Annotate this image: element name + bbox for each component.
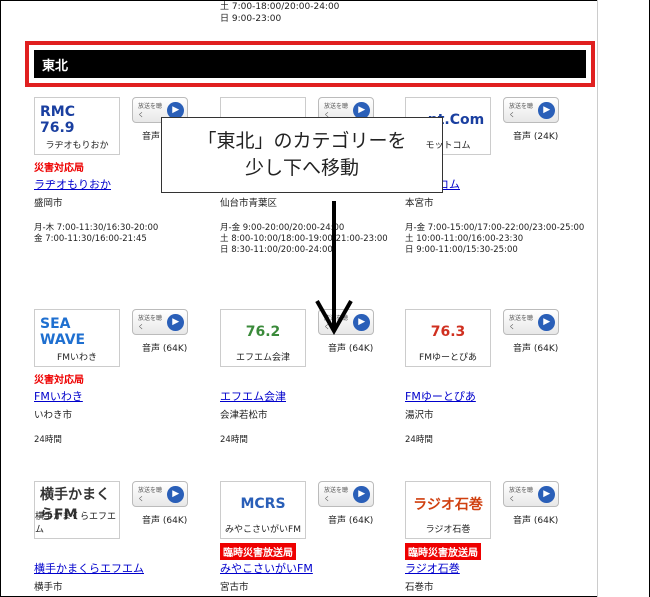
schedule-line: 日 9:00-11:00/15:30-25:00 <box>405 245 518 255</box>
listen-button[interactable]: 放送を聴く ▶ <box>503 481 559 507</box>
speaker-icon: ▶ <box>538 485 555 503</box>
listen-label: 放送を聴く <box>138 487 163 503</box>
schedule-line: 月-木 7:00-11:30/16:30-20:00 <box>34 223 159 233</box>
listen-button[interactable]: 放送を聴く ▶ <box>132 309 188 335</box>
station-city: 盛岡市 <box>34 198 63 209</box>
audio-quality: 音声 (24K) <box>513 132 559 142</box>
schedule-line: 日 8:30-11:00/20:00-24:00 <box>220 245 333 255</box>
schedule-line: 土 10:00-11:00/16:00-23:30 <box>405 234 524 244</box>
station-name-link[interactable]: 横手かまくらエフエム <box>34 560 144 576</box>
speaker-icon: ▶ <box>167 101 184 119</box>
station-city: 石巻市 <box>405 582 434 593</box>
station-name-link[interactable]: ラジオ石巻 <box>405 560 460 576</box>
callout-line: 少し下へ移動 <box>244 157 359 179</box>
region-header-tohoku[interactable]: 東北 <box>34 50 586 78</box>
station-city: 本宮市 <box>405 198 434 209</box>
broadcast-schedule: 24時間 <box>34 435 62 446</box>
callout-line: 「東北」のカテゴリーを <box>197 130 407 152</box>
station-logo-caption: ラジオ石巻 <box>425 525 471 535</box>
station-logo-art: SEA WAVE <box>40 315 86 348</box>
station-logo-art: ラジオ石巻 <box>413 496 483 513</box>
station-logo[interactable]: MCRS みやこさいがいFM <box>220 481 306 539</box>
station-name-link[interactable]: FMゆーとぴあ <box>405 388 476 404</box>
station-logo[interactable]: 76.3 FMゆーとぴあ <box>405 309 491 367</box>
audio-quality: 音声 (64K) <box>513 516 559 526</box>
audio-quality: 音声 (64K) <box>328 516 374 526</box>
station-logo-caption: モットコム <box>425 141 471 151</box>
speaker-icon: ▶ <box>353 313 370 331</box>
listen-label: 放送を聴く <box>509 103 534 119</box>
station-logo[interactable]: RMC 76.9 ラヂオもりおか <box>34 97 120 155</box>
station-name-link[interactable]: みやこさいがいFM <box>220 560 313 576</box>
station-logo-caption: FMいわき <box>57 353 97 363</box>
schedule-line: 24時間 <box>220 435 248 445</box>
broadcast-schedule: 月-金 7:00-15:00/17:00-22:00/23:00-25:00 土 … <box>405 223 584 256</box>
broadcast-schedule: 月-木 7:00-11:30/16:30-20:00 金 7:00-11:30/1… <box>34 223 158 245</box>
station-logo-art: 76.3 <box>430 323 466 340</box>
disaster-badge: 臨時災害放送局 <box>405 543 481 560</box>
schedule-line: 土 8:00-10:00/18:00-19:00/21:00-23:00 <box>220 234 388 244</box>
listen-button[interactable]: 放送を聴く ▶ <box>503 309 559 335</box>
speaker-icon: ▶ <box>538 313 555 331</box>
station-logo-art: MCRS <box>240 495 286 512</box>
audio-quality: 音声 (64K) <box>142 516 188 526</box>
down-arrow-icon <box>315 201 353 336</box>
speaker-icon: ▶ <box>353 485 370 503</box>
station-logo[interactable]: SEA WAVE FMいわき <box>34 309 120 367</box>
station-city: 横手市 <box>34 582 63 593</box>
schedule-line: 月-金 9:00-20:00/20:00-24:00 <box>220 223 345 233</box>
station-logo-art: 76.2 <box>245 323 281 340</box>
listen-button[interactable]: 放送を聴く ▶ <box>132 481 188 507</box>
previous-station-schedule: 土 7:00-18:00/20:00-24:00 日 9:00-23:00 <box>220 1 339 25</box>
audio-quality: 音声 (64K) <box>513 344 559 354</box>
station-logo[interactable]: 横手かまくらFM 横手かまくらエフエム <box>34 481 120 539</box>
audio-quality: 音声 (64K) <box>328 344 374 354</box>
station-logo[interactable]: ラジオ石巻 ラジオ石巻 <box>405 481 491 539</box>
schedule-line: 金 7:00-11:30/16:00-21:45 <box>34 234 147 244</box>
page-margin <box>597 0 649 597</box>
station-logo[interactable]: 76.2 エフエム会津 <box>220 309 306 367</box>
speaker-icon: ▶ <box>353 101 370 119</box>
station-logo-caption: ラヂオもりおか <box>45 141 109 151</box>
schedule-line: 月-金 7:00-15:00/17:00-22:00/23:00-25:00 <box>405 223 585 233</box>
speaker-icon: ▶ <box>167 485 184 503</box>
station-logo-caption: エフエム会津 <box>235 353 290 363</box>
listen-button[interactable]: 放送を聴く ▶ <box>503 97 559 123</box>
disaster-badge: 災害対応局 <box>34 375 84 386</box>
station-logo-caption: みやこさいがいFM <box>225 525 301 535</box>
station-logo-art: RMC 76.9 <box>40 103 75 136</box>
station-name-link[interactable]: エフエム会津 <box>220 388 286 404</box>
station-logo-caption: 横手かまくらエフエム <box>35 512 117 535</box>
station-name-link[interactable]: FMいわき <box>34 388 83 404</box>
schedule-line: 日 9:00-23:00 <box>220 14 282 24</box>
audio-quality: 音声 (64K) <box>142 344 188 354</box>
station-city: 会津若松市 <box>220 410 268 421</box>
listen-label: 放送を聴く <box>509 315 534 331</box>
station-city: 湯沢市 <box>405 410 434 421</box>
browser-frame: 土 7:00-18:00/20:00-24:00 日 9:00-23:00 東北… <box>0 0 650 597</box>
listen-button[interactable]: 放送を聴く ▶ <box>318 481 374 507</box>
schedule-line: 土 7:00-18:00/20:00-24:00 <box>220 2 340 12</box>
disaster-badge: 災害対応局 <box>34 163 84 174</box>
broadcast-schedule: 24時間 <box>405 435 433 446</box>
station-city: いわき市 <box>34 410 73 421</box>
listen-label: 放送を聴く <box>509 487 534 503</box>
broadcast-schedule: 24時間 <box>220 435 248 446</box>
disaster-badge: 臨時災害放送局 <box>220 543 296 560</box>
station-city: 宮古市 <box>220 582 249 593</box>
region-highlight: 東北 <box>25 41 595 87</box>
broadcast-schedule: 月-金 9:00-20:00/20:00-24:00 土 8:00-10:00/1… <box>220 223 388 256</box>
annotation-callout: 「東北」のカテゴリーを 少し下へ移動 <box>161 117 443 193</box>
speaker-icon: ▶ <box>538 101 555 119</box>
listen-label: 放送を聴く <box>138 315 163 331</box>
station-city: 仙台市青葉区 <box>220 198 278 209</box>
listen-label: 放送を聴く <box>324 487 349 503</box>
station-name-link[interactable]: ラヂオもりおか <box>34 176 111 192</box>
schedule-line: 24時間 <box>405 435 433 445</box>
station-logo-caption: FMゆーとぴあ <box>419 353 477 363</box>
speaker-icon: ▶ <box>167 313 184 331</box>
schedule-line: 24時間 <box>34 435 62 445</box>
